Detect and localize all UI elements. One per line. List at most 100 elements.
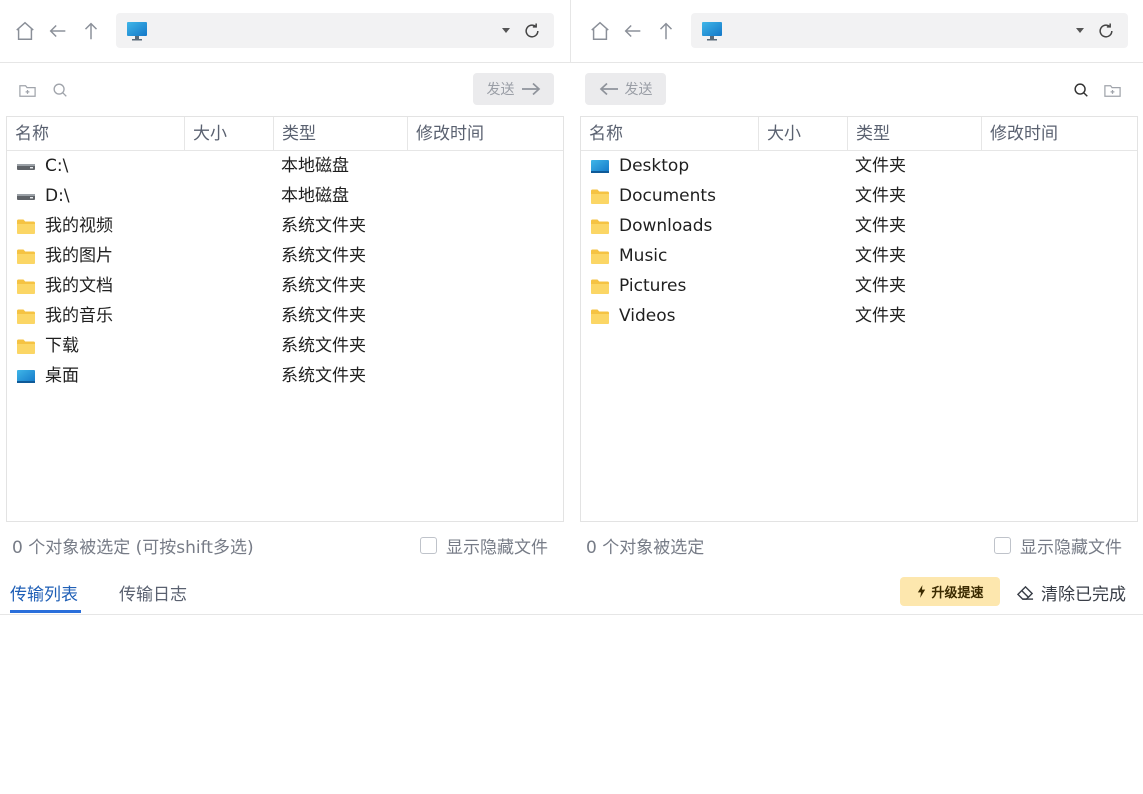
desktop-folder-icon <box>16 368 36 385</box>
table-row[interactable]: Downloads 文件夹 <box>581 211 1137 241</box>
file-type: 文件夹 <box>855 156 906 176</box>
file-type: 系统文件夹 <box>281 216 366 236</box>
search-icon[interactable] <box>1071 80 1091 100</box>
file-name: D:\ <box>45 186 70 206</box>
refresh-icon[interactable] <box>1094 19 1118 43</box>
tab-transfer-log[interactable]: 传输日志 <box>119 580 187 605</box>
file-type: 文件夹 <box>855 306 906 326</box>
checkbox[interactable] <box>420 537 437 554</box>
upgrade-button[interactable]: 升级提速 <box>900 577 1000 606</box>
column-header-modified[interactable]: 修改时间 <box>982 117 1137 151</box>
table-row[interactable]: 桌面 系统文件夹 <box>7 361 563 391</box>
new-folder-icon[interactable] <box>17 80 37 100</box>
folder-icon <box>16 218 36 235</box>
table-row[interactable]: 下载 系统文件夹 <box>7 331 563 361</box>
refresh-icon[interactable] <box>520 19 544 43</box>
file-name: 我的文档 <box>45 276 113 296</box>
column-header-type[interactable]: 类型 <box>274 117 408 151</box>
show-hidden-label: 显示隐藏文件 <box>446 538 548 558</box>
send-button-label: 发送 <box>486 82 515 98</box>
file-name: 下载 <box>45 336 79 356</box>
file-name: Videos <box>619 306 676 326</box>
file-name: Documents <box>619 186 716 206</box>
bolt-icon <box>918 585 926 598</box>
drive-icon <box>16 158 36 175</box>
column-header-size[interactable]: 大小 <box>185 117 274 151</box>
chevron-down-icon[interactable] <box>502 28 510 33</box>
table-row[interactable]: 我的文档 系统文件夹 <box>7 271 563 301</box>
send-button-label: 发送 <box>624 82 653 98</box>
table-row[interactable]: 我的视频 系统文件夹 <box>7 211 563 241</box>
file-name: Pictures <box>619 276 687 296</box>
file-name: Downloads <box>619 216 713 236</box>
arrow-right-icon <box>521 82 540 96</box>
eraser-icon <box>1016 585 1034 600</box>
folder-icon <box>16 278 36 295</box>
send-button[interactable]: 发送 <box>473 73 554 105</box>
file-table: 名称 大小 类型 修改时间 C:\ 本地磁盘 D:\ 本地磁盘 我的视频 系统文件夹 我的图… <box>6 116 564 522</box>
file-type: 本地磁盘 <box>281 156 349 176</box>
folder-icon <box>16 248 36 265</box>
show-hidden-toggle[interactable]: 显示隐藏文件 <box>994 533 1122 558</box>
back-icon[interactable] <box>621 19 645 43</box>
home-icon[interactable] <box>13 19 37 43</box>
table-row[interactable]: 我的图片 系统文件夹 <box>7 241 563 271</box>
drive-icon <box>16 188 36 205</box>
tabs-divider <box>0 614 1143 615</box>
tab-transfer-list[interactable]: 传输列表 <box>10 580 78 605</box>
up-icon[interactable] <box>79 19 103 43</box>
table-row[interactable]: Documents 文件夹 <box>581 181 1137 211</box>
column-header-name[interactable]: 名称 <box>7 117 185 151</box>
show-hidden-toggle[interactable]: 显示隐藏文件 <box>420 533 548 558</box>
desktop-folder-icon <box>590 158 610 175</box>
file-name: C:\ <box>45 156 69 176</box>
table-row[interactable]: D:\ 本地磁盘 <box>7 181 563 211</box>
table-row[interactable]: C:\ 本地磁盘 <box>7 151 563 181</box>
column-header-modified[interactable]: 修改时间 <box>408 117 563 151</box>
file-type: 系统文件夹 <box>281 246 366 266</box>
checkbox[interactable] <box>994 537 1011 554</box>
folder-icon <box>16 338 36 355</box>
file-type: 文件夹 <box>855 276 906 296</box>
column-header-name[interactable]: 名称 <box>581 117 759 151</box>
clear-completed-button[interactable]: 清除已完成 <box>1016 580 1126 605</box>
column-header-type[interactable]: 类型 <box>848 117 982 151</box>
file-name: 我的视频 <box>45 216 113 236</box>
send-back-button[interactable]: 发送 <box>585 73 666 105</box>
file-type: 文件夹 <box>855 246 906 266</box>
search-icon[interactable] <box>50 80 70 100</box>
table-header: 名称 大小 类型 修改时间 <box>581 117 1137 151</box>
clear-completed-label: 清除已完成 <box>1041 585 1126 605</box>
show-hidden-label: 显示隐藏文件 <box>1020 538 1122 558</box>
back-icon[interactable] <box>46 19 70 43</box>
folder-icon <box>590 218 610 235</box>
chevron-down-icon[interactable] <box>1076 28 1084 33</box>
file-name: 桌面 <box>45 366 79 386</box>
table-row[interactable]: Pictures 文件夹 <box>581 271 1137 301</box>
folder-icon <box>590 248 610 265</box>
new-folder-icon[interactable] <box>1102 80 1122 100</box>
table-row[interactable]: 我的音乐 系统文件夹 <box>7 301 563 331</box>
upgrade-label: 升级提速 <box>931 586 984 601</box>
file-name: Desktop <box>619 156 690 176</box>
file-type: 文件夹 <box>855 216 906 236</box>
table-row[interactable]: Desktop 文件夹 <box>581 151 1137 181</box>
file-name: 我的音乐 <box>45 306 113 326</box>
folder-icon <box>590 308 610 325</box>
up-icon[interactable] <box>654 19 678 43</box>
folder-icon <box>16 308 36 325</box>
selection-status: 0 个对象被选定 <box>586 538 705 558</box>
file-type: 本地磁盘 <box>281 186 349 206</box>
table-row[interactable]: Music 文件夹 <box>581 241 1137 271</box>
table-row[interactable]: Videos 文件夹 <box>581 301 1137 331</box>
file-type: 文件夹 <box>855 186 906 206</box>
file-type: 系统文件夹 <box>281 336 366 356</box>
column-header-size[interactable]: 大小 <box>759 117 848 151</box>
path-bar[interactable] <box>691 13 1128 48</box>
file-type: 系统文件夹 <box>281 366 366 386</box>
home-icon[interactable] <box>588 19 612 43</box>
path-bar[interactable] <box>116 13 554 48</box>
selection-status: 0 个对象被选定 (可按shift多选) <box>12 538 254 558</box>
active-tab-indicator <box>10 610 81 613</box>
computer-icon <box>702 22 722 41</box>
